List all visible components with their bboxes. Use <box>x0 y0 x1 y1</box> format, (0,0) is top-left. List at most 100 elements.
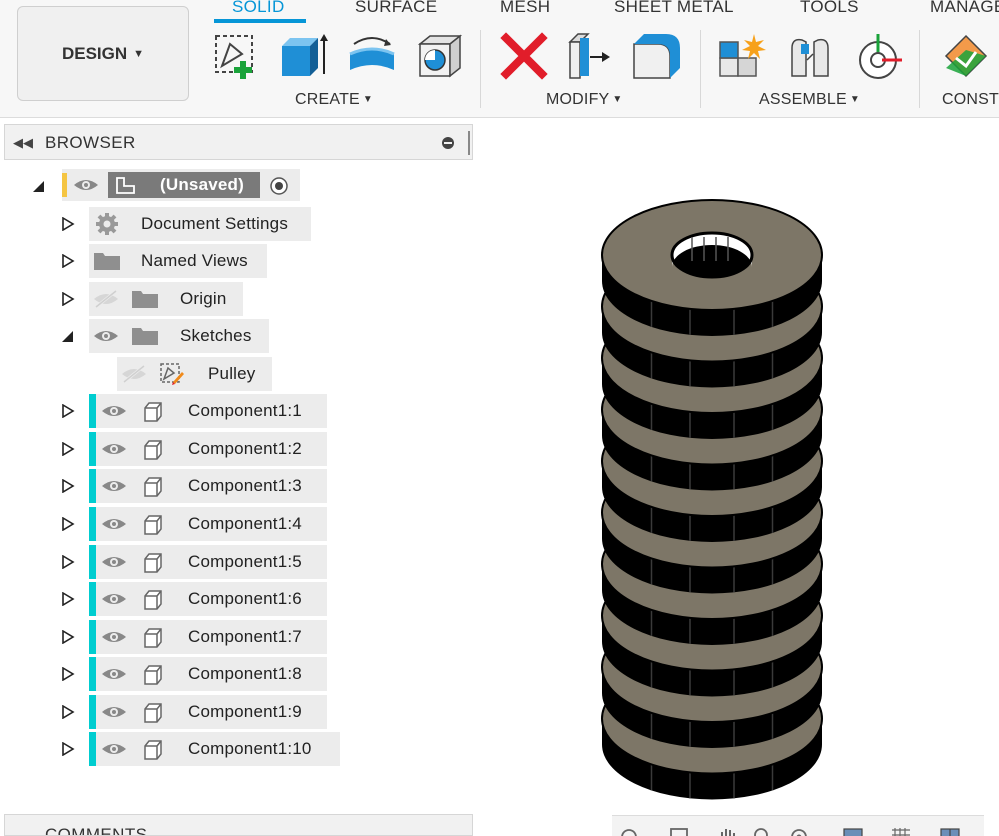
visibility-eye-icon[interactable] <box>100 589 128 609</box>
create-sketch-icon[interactable] <box>212 30 264 82</box>
viewports-icon[interactable] <box>939 826 961 836</box>
component-node[interactable]: Component1:4 <box>89 507 327 541</box>
visibility-eye-icon[interactable] <box>100 702 128 722</box>
panel-resize-handle[interactable] <box>468 131 470 155</box>
root-node[interactable]: (Unsaved) <box>62 169 300 201</box>
offset-plane-icon[interactable] <box>940 30 992 82</box>
display-settings-icon[interactable] <box>842 826 864 836</box>
look-at-icon[interactable] <box>668 826 690 836</box>
design-workspace-button[interactable]: DESIGN ▼ <box>17 6 189 101</box>
washer-hole <box>670 231 754 279</box>
toolbar: DESIGN ▼ SOLID SURFACE MESH SHEET METAL … <box>0 0 999 118</box>
component-node[interactable]: Component1:3 <box>89 469 327 503</box>
collapsed-triangle-icon[interactable] <box>61 404 75 418</box>
component-node[interactable]: Component1:7 <box>89 620 327 654</box>
as-built-joint-icon[interactable] <box>852 30 904 82</box>
tab-mesh[interactable]: MESH <box>500 0 550 17</box>
expanded-triangle-icon[interactable] <box>32 180 46 194</box>
visibility-eye-icon[interactable] <box>100 401 128 421</box>
visibility-eye-icon[interactable] <box>100 439 128 459</box>
component-cube-icon <box>144 665 162 685</box>
collapsed-triangle-icon[interactable] <box>61 292 75 306</box>
visibility-eye-icon[interactable] <box>100 664 128 684</box>
hole-icon[interactable] <box>412 30 464 82</box>
construct-menu[interactable]: CONST <box>942 91 999 109</box>
collapsed-triangle-icon[interactable] <box>61 479 75 493</box>
collapsed-triangle-icon[interactable] <box>61 705 75 719</box>
grid-settings-icon[interactable] <box>890 826 912 836</box>
component-node[interactable]: Component1:5 <box>89 545 327 579</box>
component-cube-icon <box>144 628 162 648</box>
hidden-eye-icon[interactable] <box>92 289 120 309</box>
component-cube-icon <box>144 440 162 460</box>
model-viewport[interactable] <box>480 125 999 815</box>
visibility-eye-icon[interactable] <box>100 739 128 759</box>
tree-row-pulley: Pulley <box>0 357 473 391</box>
visibility-eye-icon[interactable] <box>92 326 120 346</box>
group-divider <box>919 30 920 108</box>
named-views-label: Named Views <box>141 251 248 270</box>
root-highlight: (Unsaved) <box>108 172 260 198</box>
visibility-eye-icon[interactable] <box>72 175 100 195</box>
component-node[interactable]: Component1:10 <box>89 732 340 766</box>
component-color-bar <box>89 732 96 766</box>
pulley-sketch-node[interactable]: Pulley <box>117 357 272 391</box>
visibility-eye-icon[interactable] <box>100 627 128 647</box>
component-node[interactable]: Component1:1 <box>89 394 327 428</box>
create-menu[interactable]: CREATE ▼ <box>295 91 373 109</box>
collapse-panel-icon[interactable]: ◀◀ <box>13 133 33 153</box>
component-node[interactable]: Component1:9 <box>89 695 327 729</box>
tab-sheet-metal[interactable]: SHEET METAL <box>614 0 734 17</box>
visibility-eye-icon[interactable] <box>100 514 128 534</box>
fit-icon[interactable] <box>788 826 810 836</box>
component-cube-icon <box>144 515 162 535</box>
design-label: DESIGN <box>61 43 128 63</box>
sketch-icon <box>160 363 184 385</box>
component-node[interactable]: Component1:8 <box>89 657 327 691</box>
zoom-icon[interactable] <box>752 826 774 836</box>
press-pull-icon[interactable] <box>564 30 616 82</box>
folder-icon <box>132 291 158 308</box>
component-cube-icon <box>144 402 162 422</box>
component-node[interactable]: Component1:6 <box>89 582 327 616</box>
activate-radio-icon[interactable] <box>269 176 289 196</box>
comments-panel-header[interactable]: COMMENTS <box>4 814 473 836</box>
collapsed-triangle-icon[interactable] <box>61 517 75 531</box>
document-settings-node[interactable]: Document Settings <box>89 207 311 241</box>
collapsed-triangle-icon[interactable] <box>61 630 75 644</box>
fillet-icon[interactable] <box>630 30 682 82</box>
origin-node[interactable]: Origin <box>89 282 243 316</box>
visibility-eye-icon[interactable] <box>100 476 128 496</box>
tab-tools[interactable]: TOOLS <box>800 0 859 17</box>
collapsed-triangle-icon[interactable] <box>61 254 75 268</box>
visibility-eye-icon[interactable] <box>100 552 128 572</box>
sketches-node[interactable]: Sketches <box>89 319 269 353</box>
collapsed-triangle-icon[interactable] <box>61 442 75 456</box>
modify-menu-label: MODIFY <box>546 91 610 108</box>
revolve-icon[interactable] <box>346 30 398 82</box>
hidden-eye-icon[interactable] <box>120 364 148 384</box>
tree-row-component: Component1:2 <box>0 432 473 466</box>
component-color-bar <box>89 657 96 691</box>
collapsed-triangle-icon[interactable] <box>61 742 75 756</box>
pan-hand-icon[interactable] <box>716 826 738 836</box>
expanded-triangle-icon[interactable] <box>61 330 75 344</box>
tab-solid[interactable]: SOLID <box>232 0 285 17</box>
collapsed-triangle-icon[interactable] <box>61 667 75 681</box>
collapsed-triangle-icon[interactable] <box>61 217 75 231</box>
new-component-icon[interactable] <box>716 30 768 82</box>
joint-icon[interactable] <box>784 30 836 82</box>
tab-manage[interactable]: MANAGE <box>930 0 999 17</box>
pin-panel-icon[interactable] <box>442 137 454 149</box>
orbit-icon[interactable] <box>618 826 640 836</box>
modify-menu[interactable]: MODIFY ▼ <box>546 91 623 109</box>
assemble-menu[interactable]: ASSEMBLE ▼ <box>759 91 860 109</box>
component-node[interactable]: Component1:2 <box>89 432 327 466</box>
tab-surface[interactable]: SURFACE <box>355 0 437 17</box>
delete-icon[interactable] <box>498 30 550 82</box>
folder-icon <box>132 328 158 345</box>
collapsed-triangle-icon[interactable] <box>61 555 75 569</box>
collapsed-triangle-icon[interactable] <box>61 592 75 606</box>
extrude-icon[interactable] <box>278 30 330 82</box>
named-views-node[interactable]: Named Views <box>89 244 267 278</box>
